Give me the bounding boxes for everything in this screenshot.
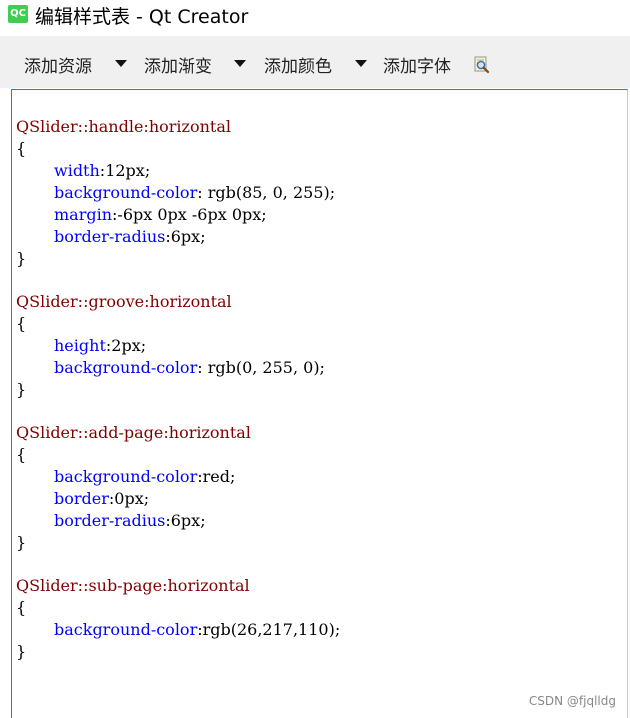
code-line: QSlider::add-page:horizontal <box>16 422 251 444</box>
code-line: { <box>16 138 26 160</box>
code-selector-token: QSlider::add-page:horizontal <box>16 423 251 442</box>
code-value-token: :-6px 0px -6px 0px; <box>112 205 267 224</box>
code-line: border:0px; <box>16 488 149 510</box>
code-line: } <box>16 379 26 401</box>
code-property-token: width <box>54 161 100 180</box>
add-color-button[interactable]: 添加颜色 <box>264 52 332 77</box>
code-line: border-radius:6px; <box>16 510 206 532</box>
code-value-token: :12px; <box>99 161 151 180</box>
add-font-button[interactable]: 添加字体 <box>383 52 451 77</box>
code-line: } <box>16 532 26 554</box>
code-value-token: : rgb(85, 0, 255); <box>197 183 336 202</box>
code-property-token: background-color <box>54 620 198 639</box>
code-value-token: :0px; <box>108 489 150 508</box>
code-property-token: background-color <box>54 467 198 486</box>
stylesheet-text-editor[interactable]: QSlider::handle:horizontal{width:12px; ba… <box>11 89 628 718</box>
code-brace-token: } <box>16 380 27 399</box>
window-title: 编辑样式表 - Qt Creator <box>35 6 249 28</box>
code-value-token: :2px; <box>105 336 147 355</box>
code-property-token: background-color <box>54 358 198 377</box>
add-resource-button[interactable]: 添加资源 <box>24 52 92 77</box>
csdn-watermark: CSDN @fjqlldg <box>528 694 616 708</box>
code-line: border-radius:6px; <box>16 226 206 248</box>
add-resource-dropdown-icon[interactable] <box>115 60 127 67</box>
code-property-token: border <box>54 489 109 508</box>
code-property-token: border-radius <box>54 511 166 530</box>
code-line: QSlider::sub-page:horizontal <box>16 575 250 597</box>
code-brace-token: { <box>16 139 27 158</box>
code-brace-token: { <box>16 598 27 617</box>
code-brace-token: } <box>16 533 27 552</box>
code-selector-token: QSlider::sub-page:horizontal <box>16 576 250 595</box>
code-line: background-color:rgb(26,217,110); <box>16 619 340 641</box>
qt-creator-app-icon: QC <box>8 5 28 23</box>
code-brace-token: } <box>16 249 27 268</box>
code-line: } <box>16 641 26 663</box>
code-selector-token: QSlider::groove:horizontal <box>16 292 232 311</box>
add-color-dropdown-icon[interactable] <box>355 60 367 67</box>
code-line: background-color:red; <box>16 466 235 488</box>
code-line: { <box>16 597 26 619</box>
title-bar: QC 编辑样式表 - Qt Creator <box>0 0 630 30</box>
code-value-token: :rgb(26,217,110); <box>197 620 341 639</box>
code-property-token: margin <box>54 205 113 224</box>
code-brace-token: } <box>16 642 27 661</box>
code-line: { <box>16 313 26 335</box>
code-property-token: background-color <box>54 183 198 202</box>
code-line: width:12px; <box>16 160 150 182</box>
code-value-token: : rgb(0, 255, 0); <box>197 358 325 377</box>
code-selector-token: QSlider::handle:horizontal <box>16 117 231 136</box>
code-value-token: :red; <box>197 467 236 486</box>
stylesheet-toolbar: 添加资源 添加渐变 添加颜色 添加字体 <box>0 36 630 88</box>
code-line: QSlider::groove:horizontal <box>16 291 232 313</box>
code-line: height:2px; <box>16 335 146 357</box>
code-line: } <box>16 248 26 270</box>
add-gradient-dropdown-icon[interactable] <box>234 60 246 67</box>
code-line: QSlider::handle:horizontal <box>16 116 231 138</box>
code-value-token: :6px; <box>165 511 206 530</box>
code-line: { <box>16 444 26 466</box>
code-line: background-color: rgb(0, 255, 0); <box>16 357 325 379</box>
code-property-token: height <box>54 336 106 355</box>
code-line: margin:-6px 0px -6px 0px; <box>16 204 267 226</box>
find-icon[interactable] <box>473 56 491 74</box>
code-line: background-color: rgb(85, 0, 255); <box>16 182 335 204</box>
code-brace-token: { <box>16 445 27 464</box>
add-gradient-button[interactable]: 添加渐变 <box>144 52 212 77</box>
code-value-token: :6px; <box>165 227 206 246</box>
code-brace-token: { <box>16 314 27 333</box>
code-property-token: border-radius <box>54 227 166 246</box>
